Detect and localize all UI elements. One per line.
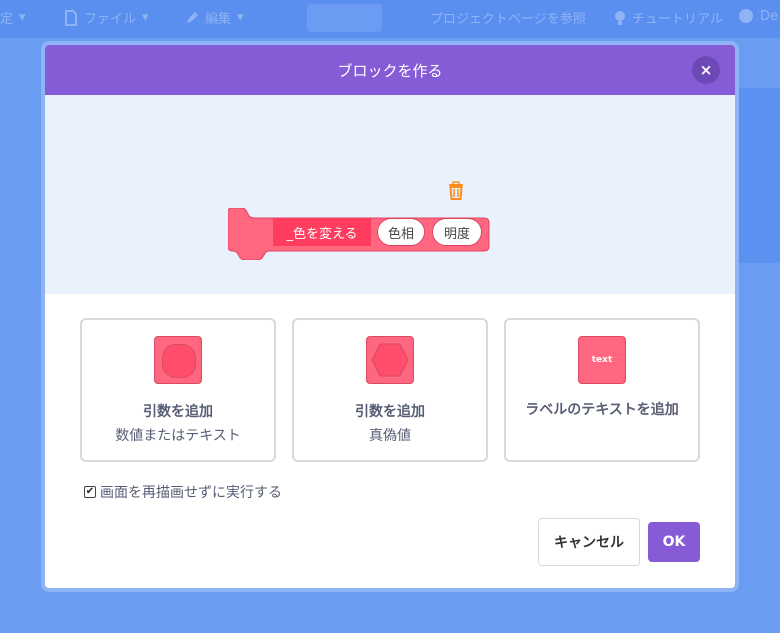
- block-name-input[interactable]: _色を変える: [273, 218, 371, 246]
- stage-area: [738, 88, 780, 263]
- option-subtitle: 数値またはテキスト: [115, 428, 241, 444]
- account-label: De: [760, 8, 779, 24]
- option-title: ラベルのテキストを追加: [525, 402, 679, 418]
- run-without-refresh-row: ✔ 画面を再描画せずに実行する: [84, 482, 282, 502]
- number-text-input-icon: [154, 336, 202, 384]
- option-title: 引数を追加: [355, 404, 425, 420]
- menu-see-project-page[interactable]: プロジェクトページを参照: [430, 8, 586, 27]
- add-label-text-button[interactable]: text ラベルのテキストを追加: [504, 318, 700, 462]
- option-title: 引数を追加: [143, 404, 213, 420]
- settings-label: 定: [0, 12, 14, 27]
- user-icon: [739, 9, 753, 23]
- trash-icon[interactable]: [447, 181, 465, 201]
- chevron-down-icon: ▾: [142, 10, 149, 25]
- tutorials-label: チュートリアル: [632, 12, 723, 27]
- dialog-title: ブロックを作る: [337, 61, 443, 80]
- chevron-down-icon: ▾: [19, 10, 26, 25]
- close-button[interactable]: ×: [692, 56, 720, 84]
- run-without-refresh-checkbox[interactable]: ✔: [84, 486, 96, 498]
- block-arg-hue[interactable]: 色相: [377, 218, 425, 246]
- block-arg-brightness[interactable]: 明度: [432, 218, 482, 246]
- see-project-page-label: プロジェクトページを参照: [430, 12, 586, 27]
- option-subtitle: 真偽値: [369, 428, 411, 444]
- menu-file[interactable]: ファイル ▾: [64, 8, 149, 27]
- edit-label: 編集: [205, 12, 232, 27]
- make-block-dialog: ブロックを作る × _色を変える 色相 明度 引数を追加 数値またはテキスト 引…: [41, 41, 739, 592]
- menu-edit[interactable]: 編集 ▾: [185, 8, 244, 27]
- add-input-boolean-button[interactable]: 引数を追加 真偽値: [292, 318, 488, 462]
- menu-account[interactable]: De: [738, 8, 778, 24]
- file-icon: [65, 9, 77, 26]
- pencil-icon: [187, 11, 198, 23]
- close-icon: ×: [699, 61, 713, 79]
- project-title-field[interactable]: [307, 4, 382, 32]
- boolean-input-icon: [366, 336, 414, 384]
- label-icon-text: text: [591, 355, 613, 365]
- menu-settings[interactable]: 定 ▾: [0, 8, 26, 27]
- block-preview-area: _色を変える 色相 明度: [45, 95, 735, 294]
- label-text-icon: text: [578, 336, 626, 384]
- file-label: ファイル: [84, 12, 137, 27]
- chevron-down-icon: ▾: [237, 10, 244, 25]
- custom-block[interactable]: _色を変える 色相 明度: [228, 208, 490, 260]
- cancel-button[interactable]: キャンセル: [538, 518, 640, 566]
- add-input-number-text-button[interactable]: 引数を追加 数値またはテキスト: [80, 318, 276, 462]
- dialog-header: ブロックを作る ×: [45, 45, 735, 95]
- menu-bar: 定 ▾ ファイル ▾ 編集 ▾ プロジェクトページを参照 チュートリアル De: [0, 0, 780, 38]
- menu-tutorials[interactable]: チュートリアル: [614, 8, 723, 27]
- run-without-refresh-label: 画面を再描画せずに実行する: [100, 485, 282, 501]
- lightbulb-icon: [615, 10, 625, 25]
- ok-button[interactable]: OK: [648, 522, 700, 562]
